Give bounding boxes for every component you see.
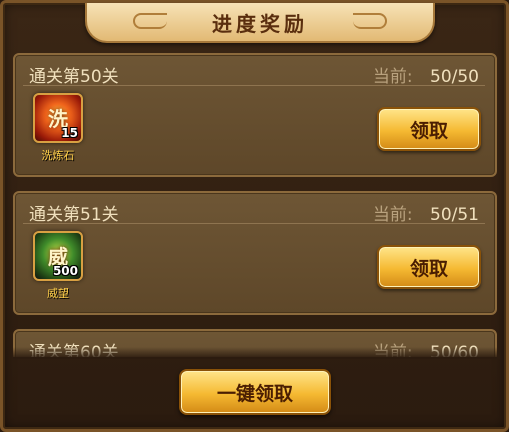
reward-list[interactable]: 通关第50关 当前: 50/50 洗 15 洗炼石 领取 通关第51关 当前: … xyxy=(13,49,500,357)
item-count: 500 xyxy=(52,264,78,278)
progress-text: 当前: 50/51 xyxy=(373,200,479,225)
item-name: 洗炼石 xyxy=(41,149,75,162)
title-ornament-right xyxy=(353,13,387,29)
panel-title: 进度奖励 xyxy=(212,11,308,36)
stage-title: 通关第51关 xyxy=(29,205,119,225)
progress-value: 50/50 xyxy=(430,67,479,87)
card-header: 通关第50关 当前: 50/50 xyxy=(23,59,485,87)
title-ornament-left xyxy=(133,13,167,29)
progress-text: 当前: 50/50 xyxy=(373,62,479,87)
prestige-icon[interactable]: 威 500 xyxy=(33,231,83,281)
progress-label: 当前: xyxy=(372,67,413,87)
card-header: 通关第51关 当前: 50/51 xyxy=(23,197,485,225)
reward-card: 通关第50关 当前: 50/50 洗 15 洗炼石 领取 xyxy=(13,53,497,177)
item-count: 15 xyxy=(61,126,78,140)
list-fade xyxy=(13,347,500,359)
refine-stone-icon[interactable]: 洗 15 xyxy=(33,93,83,143)
reward-card: 通关第51关 当前: 50/51 威 500 威望 领取 xyxy=(13,191,497,315)
item-name: 威望 xyxy=(47,287,69,300)
stage-title: 通关第50关 xyxy=(29,67,119,87)
progress-value: 50/51 xyxy=(430,205,479,225)
progress-label: 当前: xyxy=(372,205,413,225)
reward-panel: 进度奖励 通关第50关 当前: 50/50 洗 15 洗炼石 领取 通关第51关 xyxy=(0,0,509,432)
claim-button[interactable]: 领取 xyxy=(377,107,481,151)
claim-button[interactable]: 领取 xyxy=(377,245,481,289)
claim-all-button[interactable]: 一键领取 xyxy=(179,369,331,415)
title-bar: 进度奖励 xyxy=(85,3,435,43)
